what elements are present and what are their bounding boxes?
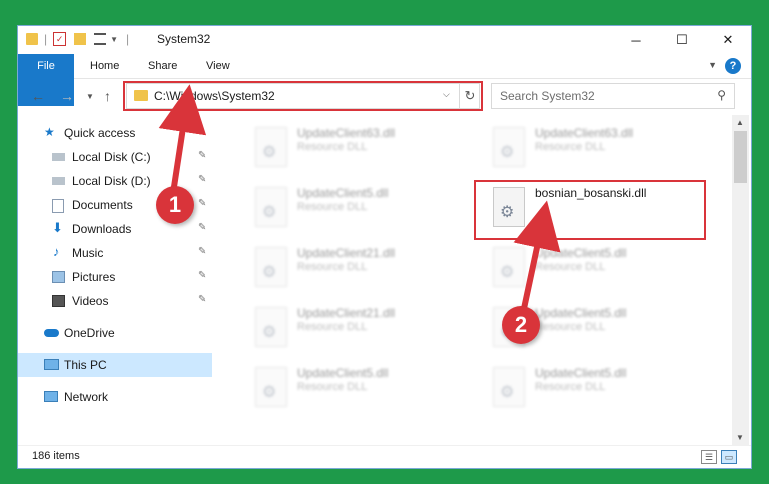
step-1-badge: 1 bbox=[156, 186, 194, 224]
step-2-badge: 2 bbox=[502, 306, 540, 344]
arrow-to-target-file bbox=[513, 200, 561, 319]
annotation-arrows bbox=[158, 84, 561, 319]
